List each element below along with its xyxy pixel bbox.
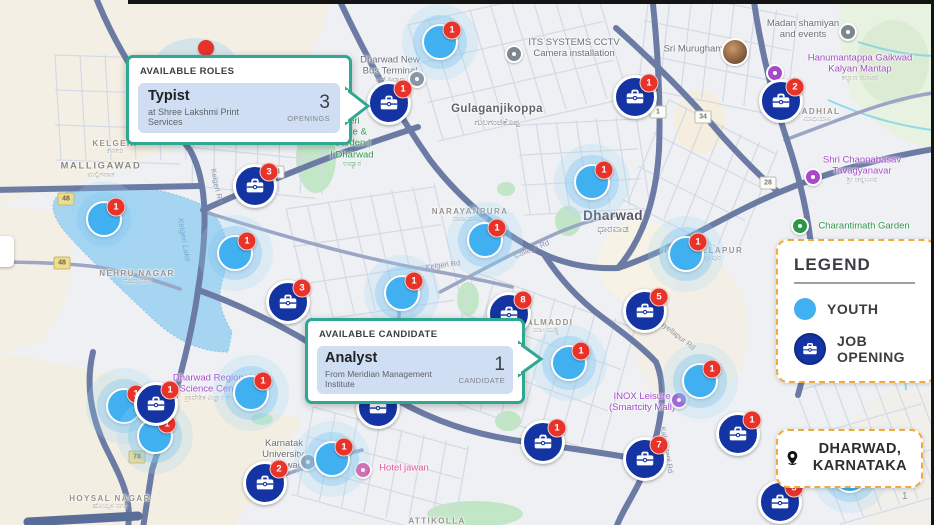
- job-marker[interactable]: [367, 81, 411, 125]
- candidate-count-label: CANDIDATE: [459, 376, 505, 385]
- briefcase-icon: [634, 448, 656, 470]
- candidate-title: Analyst: [325, 351, 451, 367]
- job-marker[interactable]: [759, 79, 803, 123]
- youth-marker[interactable]: [682, 363, 718, 399]
- youth-marker[interactable]: [551, 345, 587, 381]
- road-number-label: 1: [902, 491, 908, 502]
- youth-marker[interactable]: [574, 164, 610, 200]
- briefcase-icon: [378, 92, 400, 114]
- youth-marker[interactable]: [86, 201, 122, 237]
- legend-title: LEGEND: [794, 255, 921, 275]
- briefcase-icon: [145, 393, 167, 415]
- available-candidate-popup: AVAILABLE CANDIDATE Analyst From Meridia…: [305, 318, 525, 404]
- job-marker[interactable]: [623, 289, 667, 333]
- candidate-card[interactable]: Analyst From Meridian Management Institu…: [317, 346, 513, 394]
- candidate-popup-header: AVAILABLE CANDIDATE: [319, 329, 513, 340]
- role-count: 3: [287, 93, 330, 112]
- map-control-partial[interactable]: [0, 236, 14, 267]
- youth-marker[interactable]: [422, 24, 458, 60]
- role-count-label: OPENINGS: [287, 114, 330, 123]
- youth-marker[interactable]: [314, 441, 350, 477]
- location-pin-icon: [786, 445, 799, 471]
- legend-youth-label: YOUTH: [827, 301, 879, 317]
- job-marker[interactable]: [134, 382, 178, 426]
- job-marker[interactable]: [266, 280, 310, 324]
- job-marker[interactable]: [243, 461, 287, 505]
- job-marker[interactable]: [233, 164, 277, 208]
- available-roles-popup: AVAILABLE ROLES Typist at Shree Lakshmi …: [126, 55, 352, 145]
- job-marker[interactable]: [521, 420, 565, 464]
- briefcase-icon: [770, 90, 792, 112]
- role-card[interactable]: Typist at Shree Lakshmi Print Services 3…: [138, 83, 340, 133]
- job-marker[interactable]: [613, 75, 657, 119]
- youth-marker[interactable]: [233, 375, 269, 411]
- youth-swatch-icon: [794, 298, 816, 320]
- youth-marker[interactable]: [217, 235, 253, 271]
- role-subtitle: at Shree Lakshmi Print Services: [148, 107, 273, 127]
- roles-popup-header: AVAILABLE ROLES: [140, 66, 340, 77]
- job-marker[interactable]: [716, 412, 760, 456]
- legend-panel: LEGEND YOUTH JOB OPENING: [776, 239, 934, 383]
- popup-pointer: [518, 339, 544, 379]
- briefcase-icon: [277, 291, 299, 313]
- youth-marker[interactable]: [384, 275, 420, 311]
- briefcase-icon: [727, 423, 749, 445]
- job-youth-map-app: KELGERIಕೆಳಗೇರಿMALLIGAWADಮಲ್ಲಿಗವಾಡNAGARನಗ…: [0, 0, 934, 525]
- briefcase-icon: [634, 300, 656, 322]
- youth-marker-partial[interactable]: [198, 40, 214, 56]
- location-panel: DHARWAD, KARNATAKA: [776, 429, 923, 488]
- briefcase-icon: [244, 175, 266, 197]
- role-title: Typist: [148, 89, 273, 105]
- briefcase-icon: [624, 86, 646, 108]
- window-top-edge: [128, 0, 934, 4]
- popup-pointer: [345, 84, 371, 128]
- legend-item-job: JOB OPENING: [794, 333, 921, 365]
- candidate-count: 1: [459, 355, 505, 374]
- candidate-subtitle: From Meridian Management Institute: [325, 369, 451, 389]
- legend-divider: [794, 282, 915, 284]
- briefcase-icon: [532, 431, 554, 453]
- legend-item-youth: YOUTH: [794, 298, 921, 320]
- youth-marker[interactable]: [467, 222, 503, 258]
- location-label: DHARWAD, KARNATAKA: [807, 441, 913, 476]
- briefcase-icon: [254, 472, 276, 494]
- youth-marker[interactable]: [668, 236, 704, 272]
- briefcase-icon: [769, 491, 791, 513]
- legend-job-label: JOB OPENING: [837, 333, 901, 365]
- briefcase-icon: [794, 333, 826, 365]
- job-marker[interactable]: [623, 437, 667, 481]
